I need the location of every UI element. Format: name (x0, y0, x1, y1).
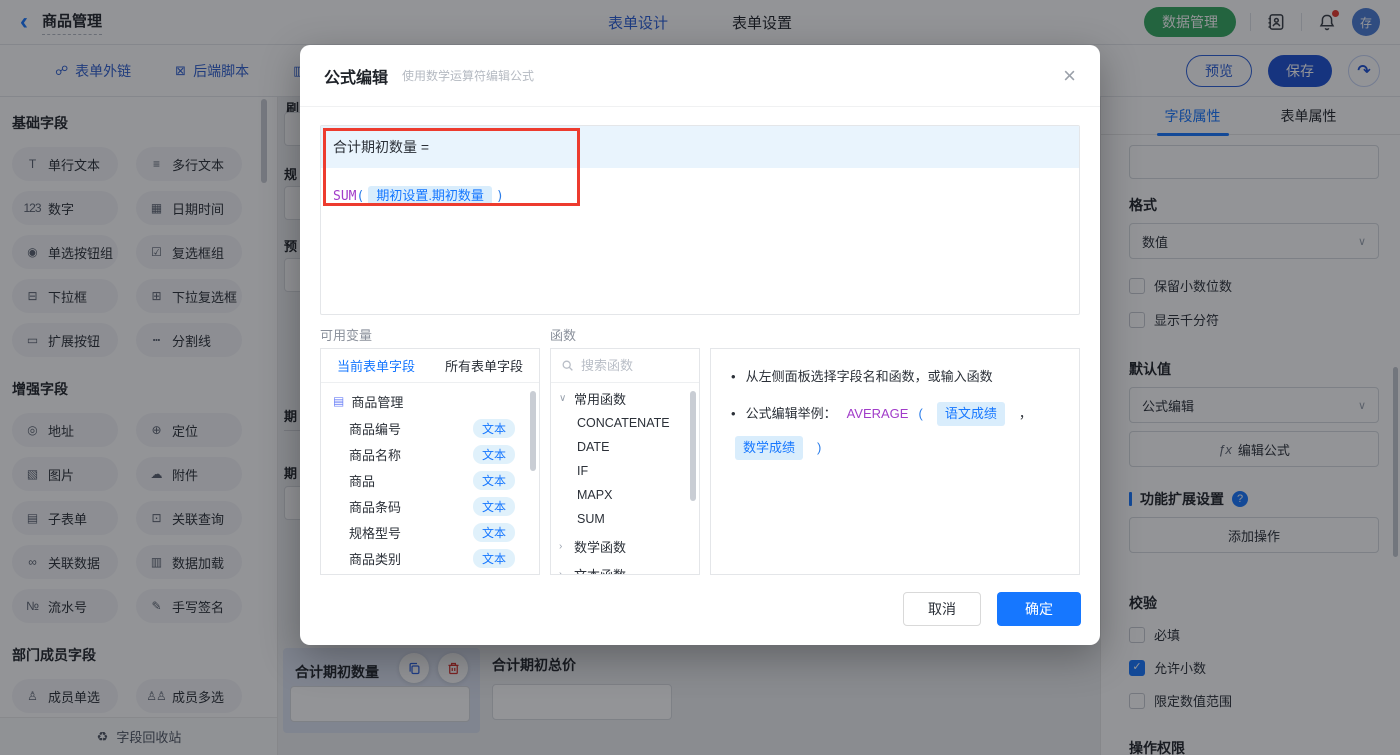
functions-scrollbar[interactable] (690, 391, 696, 501)
chevron-right-icon: › (559, 541, 563, 552)
variables-panel: 当前表单字段 所有表单字段 ▤ 商品管理 商品编号 文本 商品名称 文本 商品 文本 … (320, 348, 540, 575)
type-tag: 文本 (472, 470, 515, 490)
variable-row[interactable]: 商品类别 文本 (321, 545, 539, 571)
example-field-token: 语文成绩 (936, 402, 1005, 426)
bullet-icon: • (731, 369, 736, 384)
modal-header: 公式编辑 使用数学运算符编辑公式 × (300, 45, 1100, 107)
variables-tabs: 当前表单字段 所有表单字段 (321, 349, 539, 383)
variables-tree-root[interactable]: ▤ 商品管理 (321, 387, 539, 415)
function-group-text[interactable]: › 文本函数 (551, 562, 699, 575)
variable-row[interactable]: 商品名称 文本 (321, 441, 539, 467)
formula-expression: SUM(期初设置.期初数量) (333, 186, 504, 205)
formula-target: 合计期初数量 = (321, 126, 1079, 168)
example-function-name: AVERAGE (846, 406, 909, 421)
formula-function-name: SUM (333, 189, 357, 204)
formula-field-token[interactable]: 期初设置.期初数量 (368, 186, 492, 205)
type-tag: 文本 (472, 444, 515, 464)
variable-row[interactable]: 规格型号 文本 (321, 519, 539, 545)
functions-label: 函数 (550, 328, 577, 343)
type-tag: 文本 (472, 548, 515, 568)
variable-row[interactable]: 商品 文本 (321, 467, 539, 493)
functions-panel: ∨ 常用函数 CONCATENATE DATE IF MAPX SUM › 数学… (550, 348, 700, 575)
variables-label: 可用变量 (320, 328, 373, 343)
chevron-down-icon: ∨ (559, 393, 567, 404)
function-search (551, 349, 699, 383)
cancel-button[interactable]: 取消 (903, 592, 981, 626)
form-doc-icon: ▤ (333, 394, 345, 408)
function-item[interactable]: MAPX (551, 483, 699, 507)
tips-panel: • 从左侧面板选择字段名和函数，或输入函数 • 公式编辑举例： AVERAGE(语… (710, 348, 1080, 575)
variable-row[interactable]: 商品编号 文本 (321, 415, 539, 441)
chevron-right-icon: › (559, 569, 563, 575)
function-group-common[interactable]: ∨ 常用函数 (551, 386, 699, 411)
function-search-input[interactable] (581, 358, 681, 373)
function-item[interactable]: SUM (551, 507, 699, 531)
type-tag: 文本 (472, 418, 515, 438)
tab-current-form-fields[interactable]: 当前表单字段 (337, 356, 415, 375)
tip-example-line: • 公式编辑举例： AVERAGE(语文成绩，数学成绩) (731, 402, 1059, 460)
function-item[interactable]: DATE (551, 435, 699, 459)
type-tag: 文本 (472, 496, 515, 516)
type-tag: 文本 (472, 522, 515, 542)
function-item[interactable]: IF (551, 459, 699, 483)
variable-row[interactable]: 商品条码 文本 (321, 493, 539, 519)
formula-editor-area[interactable]: 合计期初数量 = SUM(期初设置.期初数量) (320, 125, 1080, 315)
function-item[interactable]: CONCATENATE (551, 411, 699, 435)
confirm-button[interactable]: 确定 (997, 592, 1081, 626)
formula-editor-modal: 公式编辑 使用数学运算符编辑公式 × 合计期初数量 = SUM(期初设置.期初数… (300, 45, 1100, 645)
modal-subtitle: 使用数学运算符编辑公式 (402, 69, 535, 83)
tip-line: • 从左侧面板选择字段名和函数，或输入函数 (731, 367, 1059, 387)
close-icon[interactable]: × (1063, 64, 1076, 87)
search-icon (562, 360, 573, 371)
bullet-icon: • (731, 406, 736, 421)
tab-all-form-fields[interactable]: 所有表单字段 (445, 356, 523, 375)
modal-title: 公式编辑 (324, 69, 389, 87)
example-field-token: 数学成绩 (735, 436, 804, 460)
variables-scrollbar[interactable] (530, 391, 536, 471)
function-group-math[interactable]: › 数学函数 (551, 534, 699, 559)
